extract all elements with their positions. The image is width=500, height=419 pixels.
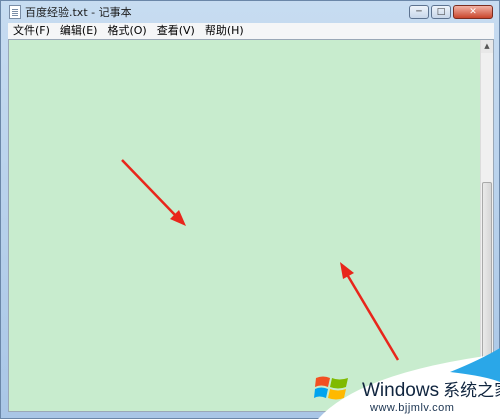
menu-view[interactable]: 查看(V): [152, 23, 200, 39]
window-title: 百度经验.txt - 记事本: [25, 6, 132, 19]
maximize-icon: □: [436, 6, 446, 17]
scroll-up-icon[interactable]: ▲: [481, 40, 493, 53]
minimize-icon: ─: [416, 6, 422, 17]
notepad-icon: [9, 5, 21, 19]
menu-edit[interactable]: 编辑(E): [55, 23, 103, 39]
title-bar[interactable]: 百度经验.txt - 记事本 ─ □ ✕: [1, 1, 499, 23]
watermark-suffix: 系统之家: [443, 381, 500, 400]
close-button[interactable]: ✕: [453, 5, 493, 19]
menu-bar: 文件(F) 编辑(E) 格式(O) 查看(V) 帮助(H): [8, 23, 494, 40]
menu-file[interactable]: 文件(F): [8, 23, 55, 39]
watermark-brand: Windows系统之家: [362, 376, 500, 402]
scroll-thumb[interactable]: [482, 182, 492, 362]
windows-logo-icon: [314, 376, 348, 400]
window-controls: ─ □ ✕: [409, 5, 493, 19]
watermark-url: www.bjjmlv.com: [370, 402, 455, 414]
watermark-brand-word: Windows: [362, 380, 440, 401]
close-icon: ✕: [469, 6, 477, 17]
menu-help[interactable]: 帮助(H): [200, 23, 249, 39]
menu-format[interactable]: 格式(O): [102, 23, 151, 39]
minimize-button[interactable]: ─: [409, 5, 429, 19]
maximize-button[interactable]: □: [431, 5, 451, 19]
watermark: Windows系统之家 www.bjjmlv.com: [300, 342, 500, 419]
